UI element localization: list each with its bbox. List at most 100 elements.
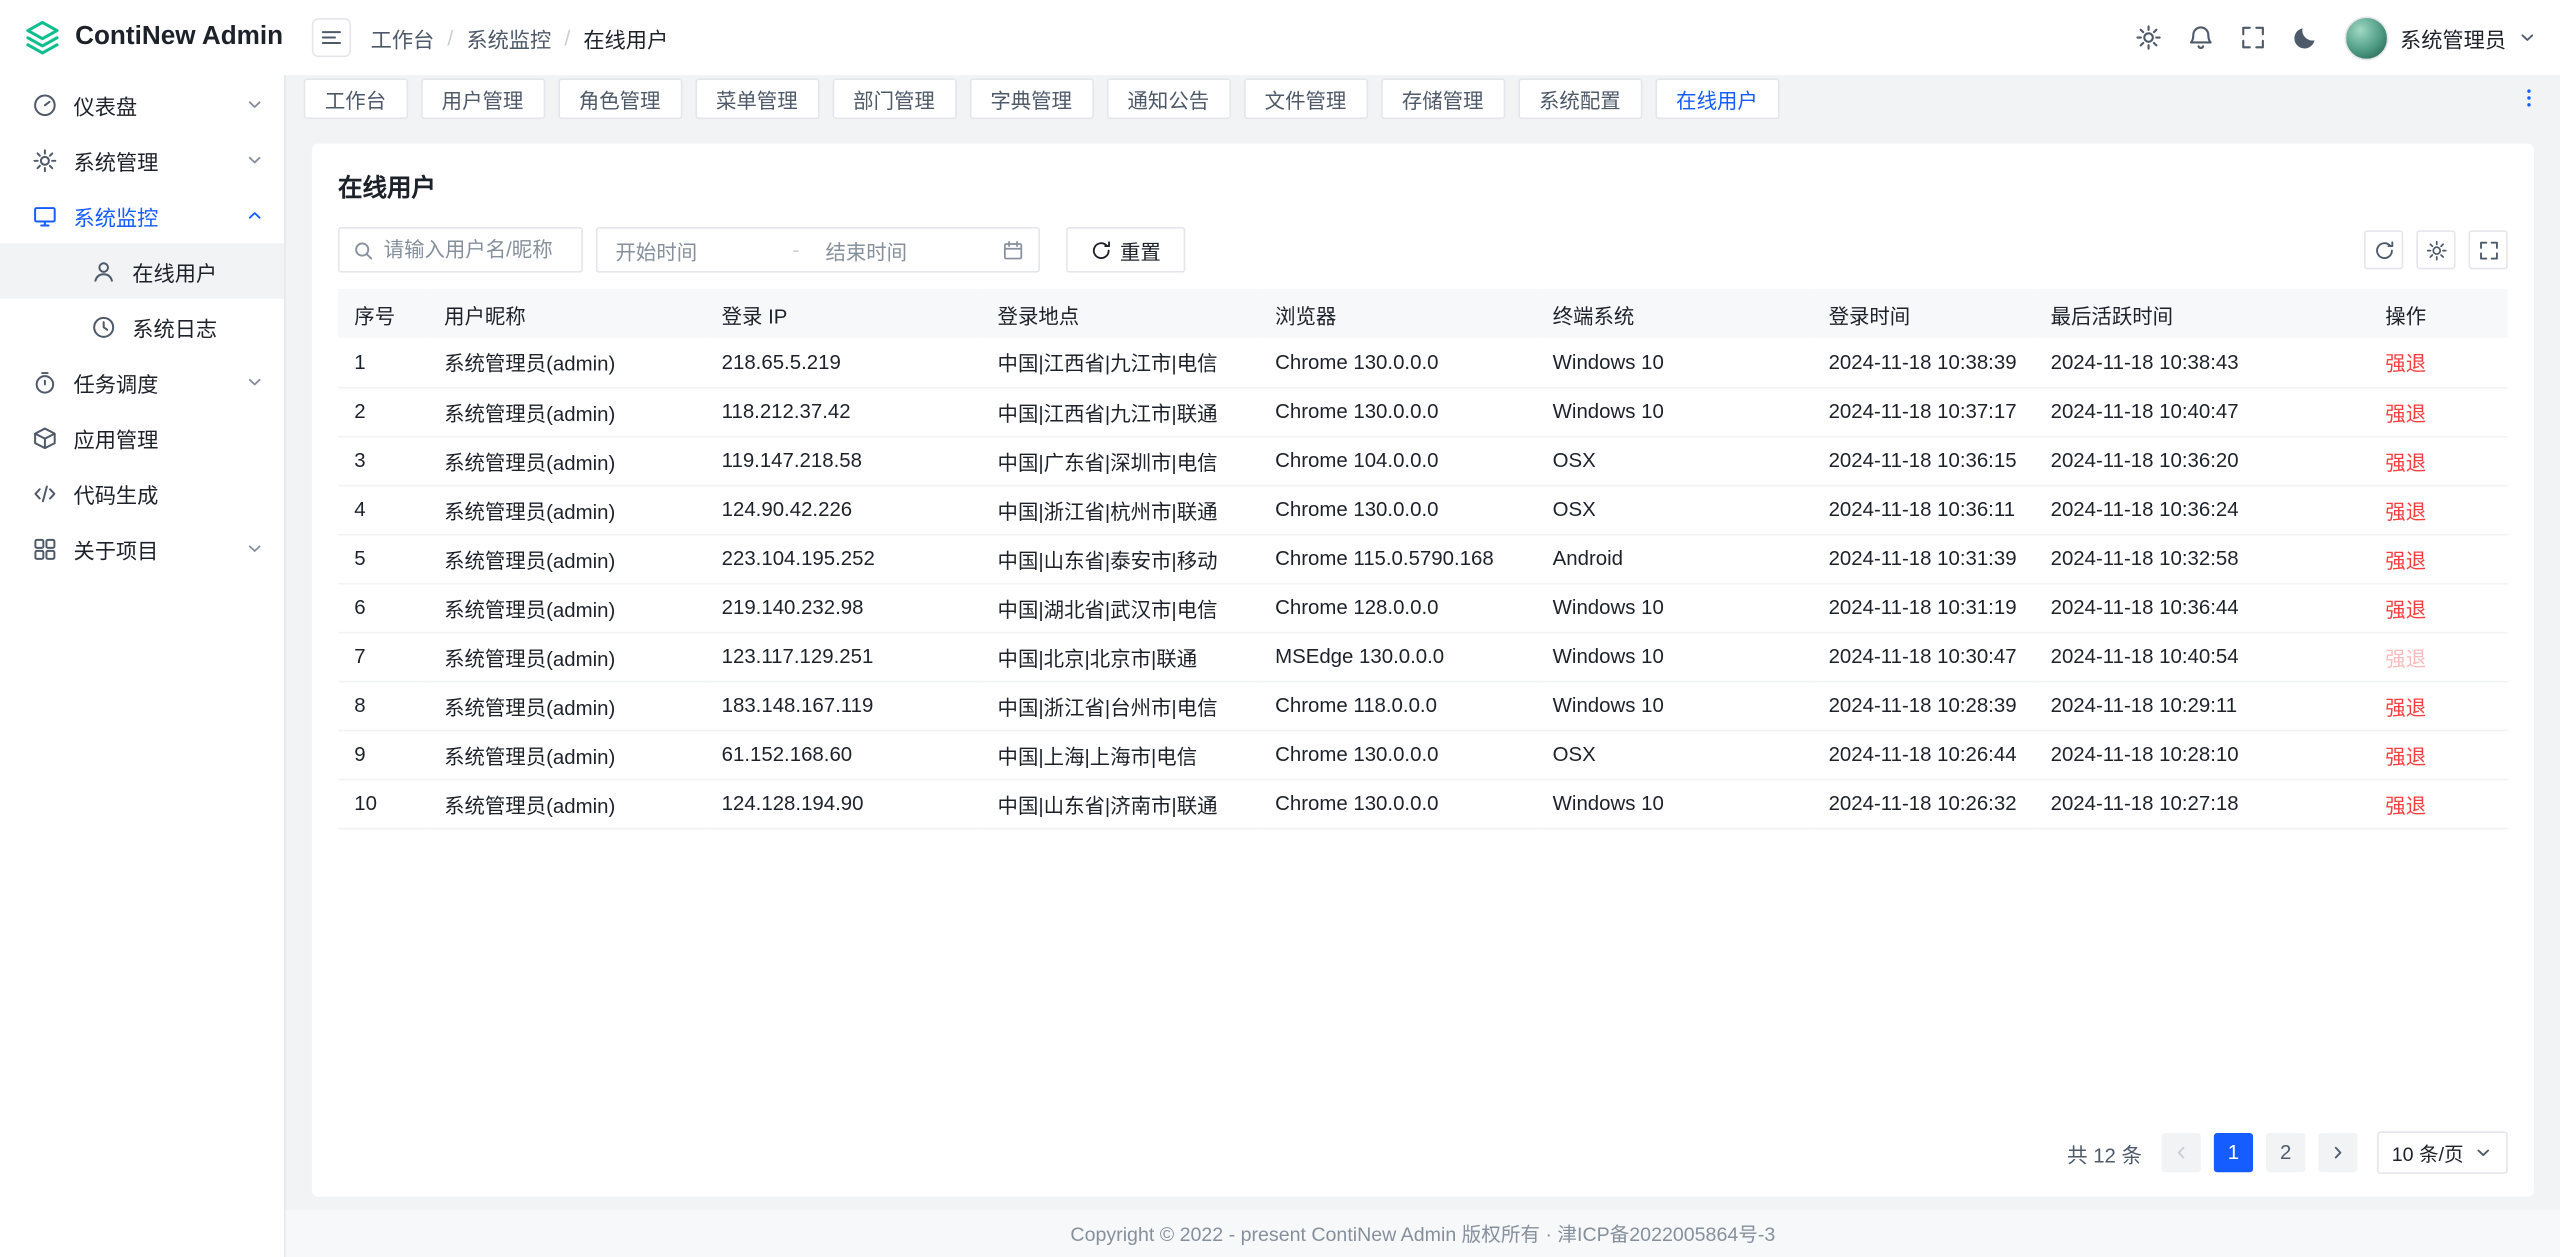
tab-label: 文件管理 bbox=[1265, 82, 1347, 113]
next-page-button[interactable] bbox=[2318, 1133, 2357, 1172]
date-range-picker[interactable]: 开始时间 - 结束时间 bbox=[596, 227, 1040, 273]
force-logout-button[interactable]: 强退 bbox=[2385, 794, 2426, 817]
cell-ip: 124.128.194.90 bbox=[705, 779, 981, 828]
date-separator: - bbox=[793, 238, 800, 261]
sidebar-item-online-users[interactable]: 在线用户 bbox=[0, 243, 284, 299]
cell-location: 中国|浙江省|台州市|电信 bbox=[981, 681, 1259, 730]
breadcrumb-item[interactable]: 工作台 bbox=[371, 22, 435, 53]
cell-browser: Chrome 130.0.0.0 bbox=[1259, 730, 1537, 779]
box-icon bbox=[33, 425, 57, 449]
sidebar-item-dashboard[interactable]: 仪表盘 bbox=[0, 77, 284, 133]
page-list: 12 bbox=[2214, 1133, 2305, 1172]
cell-ip: 118.212.37.42 bbox=[705, 387, 981, 436]
table-row: 3 系统管理员(admin) 119.147.218.58 中国|广东省|深圳市… bbox=[338, 436, 2508, 485]
cell-login-time: 2024-11-18 10:37:17 bbox=[1812, 387, 2034, 436]
moon-icon bbox=[2292, 24, 2318, 50]
user-menu[interactable]: 系统管理员 bbox=[2344, 16, 2537, 60]
page-number-button[interactable]: 1 bbox=[2214, 1133, 2253, 1172]
cell-browser: Chrome 118.0.0.0 bbox=[1259, 681, 1537, 730]
cell-index: 5 bbox=[338, 534, 428, 583]
page-size-value: 10 条/页 bbox=[2392, 1139, 2464, 1167]
force-logout-button[interactable]: 强退 bbox=[2385, 647, 2426, 670]
tab-label: 在线用户 bbox=[1676, 82, 1758, 113]
force-logout-button[interactable]: 强退 bbox=[2385, 549, 2426, 572]
gear-icon bbox=[2135, 24, 2161, 50]
sidebar: 仪表盘 系统管理 系统监控 在线用户 系统日志 bbox=[0, 75, 286, 1257]
cell-location: 中国|江西省|九江市|电信 bbox=[981, 338, 1259, 387]
page-title: 在线用户 bbox=[338, 170, 2508, 204]
tab-item[interactable]: 角色管理 bbox=[558, 78, 682, 119]
table-fullscreen-button[interactable] bbox=[2469, 230, 2508, 269]
cell-login-time: 2024-11-18 10:38:39 bbox=[1812, 338, 2034, 387]
tab-item[interactable]: 工作台 bbox=[304, 78, 408, 119]
cell-nickname: 系统管理员(admin) bbox=[428, 485, 706, 534]
header-main: 工作台 / 系统监控 / 在线用户 bbox=[286, 0, 2560, 75]
sidebar-item-label: 仪表盘 bbox=[73, 89, 137, 120]
code-icon bbox=[33, 481, 57, 505]
sidebar-item-label: 关于项目 bbox=[73, 533, 158, 564]
sidebar-item-system-monitor[interactable]: 系统监控 bbox=[0, 188, 284, 244]
force-logout-button[interactable]: 强退 bbox=[2385, 451, 2426, 474]
force-logout-button[interactable]: 强退 bbox=[2385, 696, 2426, 719]
cell-location: 中国|山东省|泰安市|移动 bbox=[981, 534, 1259, 583]
tab-item[interactable]: 系统配置 bbox=[1518, 78, 1642, 119]
column-header: 用户昵称 bbox=[428, 289, 706, 338]
sidebar-item-app-management[interactable]: 应用管理 bbox=[0, 410, 284, 466]
settings-button[interactable] bbox=[2135, 24, 2161, 50]
column-header: 最后活跃时间 bbox=[2034, 289, 2369, 338]
prev-page-button[interactable] bbox=[2162, 1133, 2201, 1172]
theme-toggle-button[interactable] bbox=[2292, 24, 2318, 50]
tab-item[interactable]: 文件管理 bbox=[1243, 78, 1367, 119]
logo-icon bbox=[23, 18, 62, 57]
avatar bbox=[2344, 16, 2388, 60]
sidebar-item-code-generation[interactable]: 代码生成 bbox=[0, 465, 284, 521]
more-vertical-icon bbox=[2518, 87, 2541, 110]
tab-label: 存储管理 bbox=[1402, 82, 1484, 113]
cell-index: 10 bbox=[338, 779, 428, 828]
tab-item[interactable]: 通知公告 bbox=[1106, 78, 1230, 119]
notifications-button[interactable] bbox=[2188, 24, 2214, 50]
tab-item[interactable]: 菜单管理 bbox=[695, 78, 819, 119]
cell-last-active: 2024-11-18 10:38:43 bbox=[2034, 338, 2369, 387]
bell-icon bbox=[2188, 24, 2214, 50]
cell-login-time: 2024-11-18 10:28:39 bbox=[1812, 681, 2034, 730]
force-logout-button[interactable]: 强退 bbox=[2385, 745, 2426, 768]
tab-item[interactable]: 存储管理 bbox=[1381, 78, 1505, 119]
cell-browser: Chrome 130.0.0.0 bbox=[1259, 338, 1537, 387]
cell-location: 中国|江西省|九江市|联通 bbox=[981, 387, 1259, 436]
reset-button[interactable]: 重置 bbox=[1066, 227, 1185, 273]
tab-item[interactable]: 在线用户 bbox=[1655, 78, 1779, 119]
force-logout-button[interactable]: 强退 bbox=[2385, 500, 2426, 523]
sidebar-item-about-project[interactable]: 关于项目 bbox=[0, 521, 284, 577]
monitor-icon bbox=[33, 203, 57, 227]
force-logout-button[interactable]: 强退 bbox=[2385, 598, 2426, 621]
cell-login-time: 2024-11-18 10:31:19 bbox=[1812, 583, 2034, 632]
table-settings-button[interactable] bbox=[2416, 230, 2455, 269]
cell-nickname: 系统管理员(admin) bbox=[428, 779, 706, 828]
fullscreen-button[interactable] bbox=[2240, 24, 2266, 50]
search-input[interactable] bbox=[384, 238, 568, 261]
page-size-select[interactable]: 10 条/页 bbox=[2377, 1131, 2508, 1173]
expand-icon bbox=[2478, 239, 2499, 260]
sidebar-item-task-scheduler[interactable]: 任务调度 bbox=[0, 354, 284, 410]
page-number-button[interactable]: 2 bbox=[2266, 1133, 2305, 1172]
breadcrumb-item[interactable]: 系统监控 bbox=[466, 22, 551, 53]
tab-item[interactable]: 部门管理 bbox=[832, 78, 956, 119]
sidebar-item-system-logs[interactable]: 系统日志 bbox=[0, 299, 284, 355]
table-body: 1 系统管理员(admin) 218.65.5.219 中国|江西省|九江市|电… bbox=[338, 338, 2508, 828]
force-logout-button[interactable]: 强退 bbox=[2385, 353, 2426, 376]
search-field[interactable] bbox=[338, 227, 583, 273]
tab-item[interactable]: 用户管理 bbox=[420, 78, 544, 119]
force-logout-button[interactable]: 强退 bbox=[2385, 402, 2426, 425]
table-header-row: 序号 用户昵称 登录 IP 登录地点 浏览器 终端系统 登录时间 最后活跃时间 … bbox=[338, 289, 2508, 338]
cell-last-active: 2024-11-18 10:36:24 bbox=[2034, 485, 2369, 534]
cell-action: 强退 bbox=[2369, 681, 2508, 730]
sidebar-collapse-button[interactable] bbox=[312, 18, 351, 57]
chevron-left-icon bbox=[2171, 1143, 2191, 1163]
tab-overflow-button[interactable] bbox=[2511, 80, 2547, 116]
sidebar-item-system-management[interactable]: 系统管理 bbox=[0, 132, 284, 188]
table-refresh-button[interactable] bbox=[2364, 230, 2403, 269]
cell-ip: 219.140.232.98 bbox=[705, 583, 981, 632]
tab-label: 部门管理 bbox=[853, 82, 935, 113]
tab-item[interactable]: 字典管理 bbox=[969, 78, 1093, 119]
